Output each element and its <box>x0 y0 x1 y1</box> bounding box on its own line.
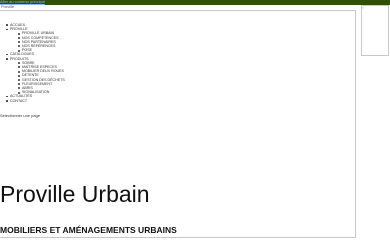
page-title: Proville Urbain <box>0 181 150 207</box>
broken-image-icon: ▫ <box>362 5 364 10</box>
site-logo[interactable]: Proville <box>1 5 14 9</box>
page-select-dropdown[interactable]: Sélectionner une page <box>0 113 40 118</box>
main-menu: ACCUEIL PROVILLE PROVILLE URBAIN NOS COMPÉT… <box>4 23 65 103</box>
page-subtitle: MOBILIERS ET AMÉNAGEMENTS URBAINS <box>0 225 177 235</box>
top-bar <box>0 0 390 5</box>
menu-item[interactable]: CONTACT <box>4 99 65 103</box>
side-image-box <box>361 5 389 56</box>
